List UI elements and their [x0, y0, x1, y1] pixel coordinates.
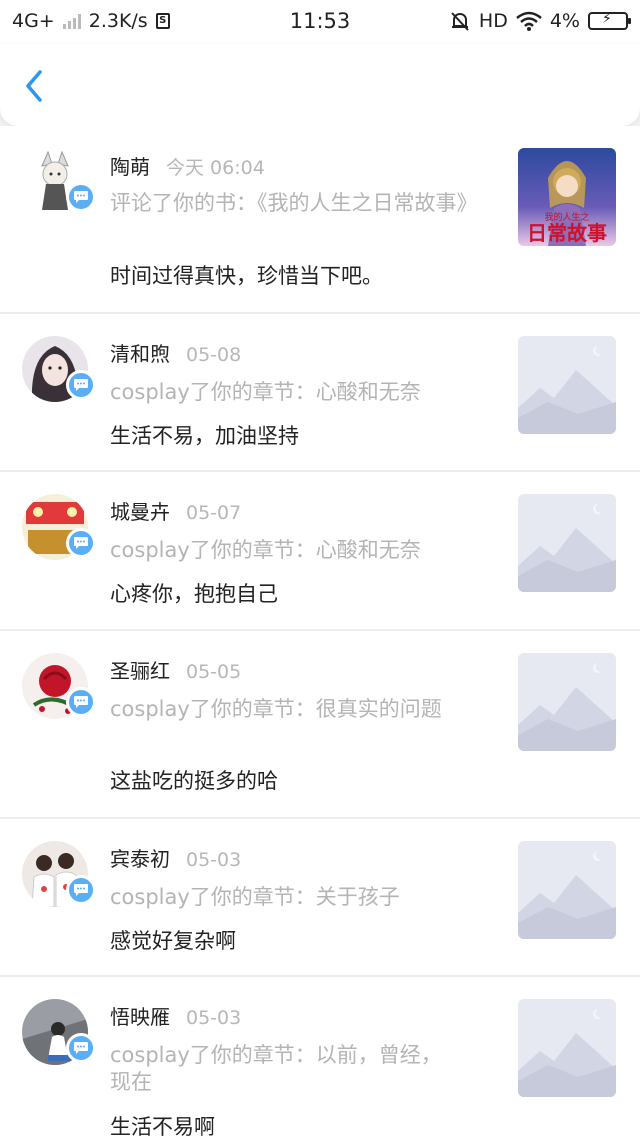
wifi-icon [516, 11, 542, 31]
user-name[interactable]: 悟映雁 [110, 1005, 170, 1029]
status-right: HD 4% ⚡ [449, 10, 631, 32]
list-item[interactable]: 宾泰初 05-03 cosplay了你的章节：关于孩子 感觉好复杂啊 [0, 819, 640, 977]
avatar[interactable] [22, 841, 96, 908]
comment-badge-icon [66, 370, 96, 400]
list-item[interactable]: 圣骊红 05-05 cosplay了你的章节：很真实的问题 这盐吃的挺多的哈 [0, 631, 640, 819]
comment-text: 心疼你，抱抱自己 [110, 582, 278, 606]
thumbnail-placeholder[interactable] [518, 653, 616, 751]
user-name-row: 清和煦 05-08 [110, 338, 241, 367]
status-bar: 4G+ 2.3K/s S 11:53 HD 4% ⚡ [0, 0, 640, 44]
cover-title: 日常故事 [527, 221, 607, 245]
user-name[interactable]: 陶萌 [110, 155, 150, 179]
avatar[interactable] [22, 336, 96, 402]
user-name[interactable]: 清和煦 [110, 342, 170, 366]
thumbnail-placeholder[interactable] [518, 999, 616, 1097]
comment-text: 生活不易，加油坚持 [110, 424, 299, 448]
timestamp: 05-03 [186, 1007, 242, 1029]
user-name-row: 城曼卉 05-07 [110, 496, 241, 525]
comment-badge-icon [66, 687, 96, 717]
image-placeholder-icon [518, 999, 616, 1097]
user-name[interactable]: 圣骊红 [110, 659, 170, 683]
user-name-row: 陶萌 今天 06:04 [110, 151, 265, 180]
comment-text: 这盐吃的挺多的哈 [110, 769, 278, 793]
notification-list: 陶萌 今天 06:04 评论了你的书：《我的人生之日常故事》 时间过得真快，珍惜当… [0, 126, 640, 1147]
action-text[interactable]: cosplay了你的章节：心酸和无奈 [110, 537, 490, 564]
action-text[interactable]: cosplay了你的章节：很真实的问题 [110, 696, 490, 723]
battery-percent: 4% [549, 10, 580, 32]
list-item[interactable]: 城曼卉 05-07 cosplay了你的章节：心酸和无奈 心疼你，抱抱自己 [0, 472, 640, 631]
chevron-left-icon[interactable] [18, 66, 54, 106]
comment-text: 生活不易啊 [110, 1115, 215, 1139]
thumbnail-placeholder[interactable] [518, 494, 616, 592]
mute-bell-icon [451, 12, 469, 31]
comment-badge-icon [66, 182, 96, 212]
timestamp: 今天 06:04 [166, 157, 265, 179]
hd-indicator: HD [478, 10, 508, 32]
thumbnail-placeholder[interactable] [518, 336, 616, 434]
timestamp: 05-05 [186, 661, 242, 683]
timestamp: 05-07 [186, 502, 242, 524]
timestamp: 05-08 [186, 344, 242, 366]
user-name-row: 圣骊红 05-05 [110, 655, 241, 684]
avatar[interactable] [22, 494, 96, 560]
avatar[interactable] [22, 653, 96, 719]
thumbnail-placeholder[interactable] [518, 841, 616, 939]
avatar[interactable] [22, 999, 96, 1065]
list-item[interactable]: 悟映雁 05-03 cosplay了你的章节：以前，曾经，现在 生活不易啊 [0, 977, 640, 1147]
image-placeholder-icon [518, 653, 616, 751]
nav-bar [0, 44, 640, 126]
image-placeholder-icon [518, 494, 616, 592]
user-name-row: 悟映雁 05-03 [110, 1001, 241, 1030]
book-cover-thumbnail[interactable]: 我的人生之 日常故事 [518, 148, 616, 246]
image-placeholder-icon [518, 841, 616, 939]
comment-text: 感觉好复杂啊 [110, 929, 236, 953]
user-name[interactable]: 宾泰初 [110, 847, 170, 871]
comment-badge-icon [66, 528, 96, 558]
user-name[interactable]: 城曼卉 [110, 500, 170, 524]
comment-badge-icon [66, 875, 96, 905]
action-text[interactable]: cosplay了你的章节：以前，曾经，现在 [110, 1042, 450, 1096]
list-item[interactable]: 陶萌 今天 06:04 评论了你的书：《我的人生之日常故事》 时间过得真快，珍惜当… [0, 126, 640, 314]
list-item[interactable]: 清和煦 05-08 cosplay了你的章节：心酸和无奈 生活不易，加油坚持 [0, 314, 640, 472]
battery-icon: ⚡ [588, 11, 631, 30]
comment-text: 时间过得真快，珍惜当下吧。 [110, 264, 383, 288]
action-text[interactable]: cosplay了你的章节：关于孩子 [110, 884, 490, 911]
action-text[interactable]: 评论了你的书：《我的人生之日常故事》 [110, 190, 490, 217]
user-name-row: 宾泰初 05-03 [110, 843, 241, 872]
timestamp: 05-03 [186, 849, 242, 871]
image-placeholder-icon [518, 336, 616, 434]
avatar[interactable] [22, 148, 96, 214]
comment-badge-icon [66, 1033, 96, 1063]
action-text[interactable]: cosplay了你的章节：心酸和无奈 [110, 379, 490, 406]
